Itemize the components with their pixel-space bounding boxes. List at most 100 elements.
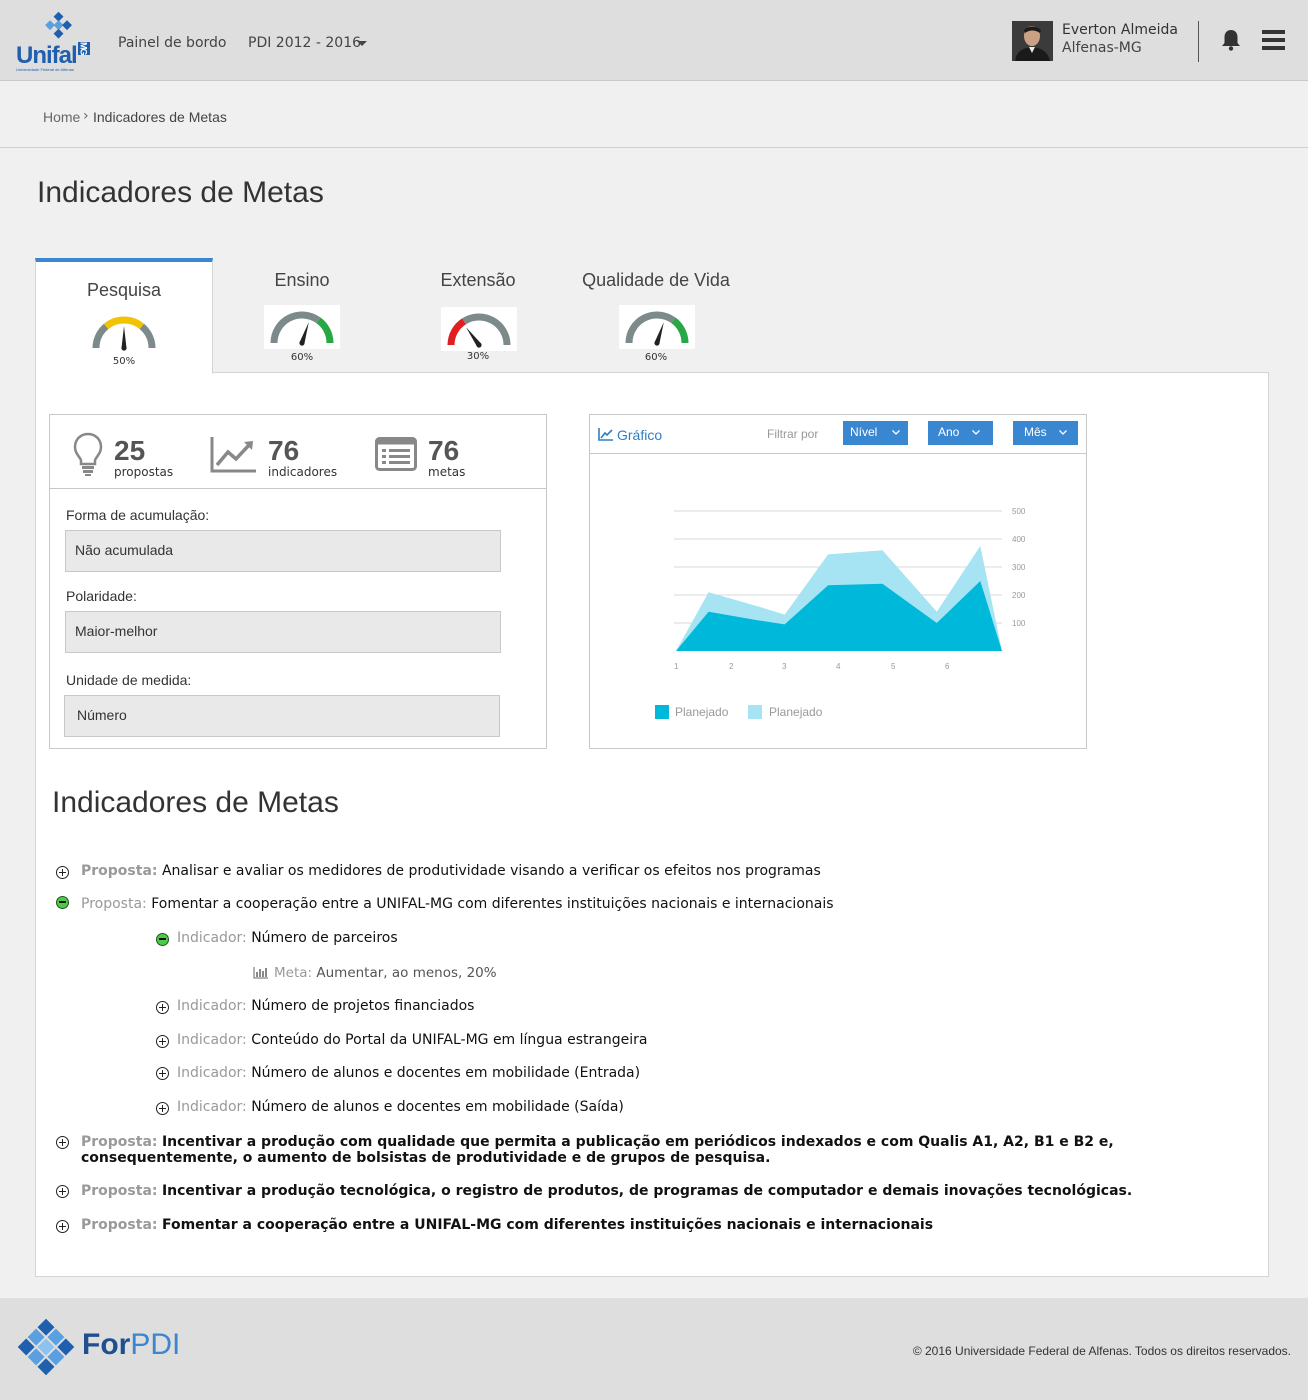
breadcrumb-home-link[interactable]: Home xyxy=(43,109,80,125)
bell-icon[interactable] xyxy=(1219,28,1243,52)
unit-field[interactable]: Número xyxy=(64,695,500,737)
x-tick-label: 3 xyxy=(782,662,787,671)
indicator-key: Indicador: xyxy=(177,1099,247,1115)
proposal-row[interactable]: Proposta: Fomentar a cooperação entre a … xyxy=(81,896,834,912)
proposal-text: Fomentar a cooperação entre a UNIFAL-MG … xyxy=(161,1217,934,1233)
proposal-row[interactable]: Proposta: Incentivar a produção tecnológ… xyxy=(81,1183,1132,1199)
proposal-row[interactable]: Proposta: Fomentar a cooperação entre a … xyxy=(81,1217,933,1233)
goals-count: 76 xyxy=(428,435,460,466)
indicator-key: Indicador: xyxy=(177,930,247,946)
tab-pesquisa[interactable]: Pesquisa 50% xyxy=(35,258,213,374)
hamburger-menu-icon[interactable] xyxy=(1262,30,1285,50)
indicator-key: Indicador: xyxy=(177,1032,247,1048)
user-name[interactable]: Everton Almeida xyxy=(1062,22,1178,38)
expand-icon[interactable] xyxy=(156,1035,169,1048)
tab-label: Qualidade de Vida xyxy=(582,270,730,290)
gauge-icon xyxy=(441,307,517,351)
indicator-row[interactable]: Indicador: Conteúdo do Portal da UNIFAL-… xyxy=(177,1032,647,1048)
legend-swatch xyxy=(748,705,762,719)
y-tick-label: 100 xyxy=(1012,619,1026,628)
logo-badge: MG xyxy=(77,42,90,55)
goal-text: Aumentar, ao menos, 20% xyxy=(316,965,497,981)
legend-label: Planejado xyxy=(675,705,729,719)
stats-row: 25 propostas 76 indicadores 76 metas xyxy=(50,415,546,489)
indicator-text: Número de projetos financiados xyxy=(251,998,475,1014)
indicator-text: Conteúdo do Portal da UNIFAL-MG em língu… xyxy=(251,1032,648,1048)
y-tick-label: 200 xyxy=(1012,591,1026,600)
accumulation-field[interactable]: Não acumulada xyxy=(65,530,501,572)
expand-icon[interactable] xyxy=(56,866,69,879)
chevron-down-icon[interactable] xyxy=(357,41,367,46)
proposal-key: Proposta: xyxy=(81,1134,158,1150)
proposal-key: Proposta: xyxy=(81,863,158,879)
user-city: Alfenas-MG xyxy=(1062,40,1142,56)
chart-title: Gráfico xyxy=(617,427,663,443)
logo-subtitle: Universidade Federal de Alfenas xyxy=(16,67,74,72)
gauge-icon xyxy=(86,310,162,354)
expand-icon[interactable] xyxy=(56,1220,69,1233)
indicator-row[interactable]: Indicador: Número de alunos e docentes e… xyxy=(177,1099,624,1115)
indicator-summary-card: 25 propostas 76 indicadores 76 metas For… xyxy=(49,414,547,749)
proposal-text: Analisar e avaliar os medidores de produ… xyxy=(161,863,821,879)
gauge-percent: 60% xyxy=(290,352,314,363)
page-title: Indicadores de Metas xyxy=(37,176,324,209)
expand-icon[interactable] xyxy=(56,1185,69,1198)
filter-month-dropdown[interactable]: Mês xyxy=(1013,421,1078,445)
nav-plan-dropdown[interactable]: PDI 2012 - 2016 xyxy=(248,35,361,51)
expand-icon[interactable] xyxy=(156,1067,169,1080)
indicator-text: Número de alunos e docentes em mobilidad… xyxy=(251,1065,641,1081)
chevron-down-icon xyxy=(1059,430,1067,435)
top-bar: Unifal MG Universidade Federal de Alfenas… xyxy=(0,0,1308,81)
expand-icon[interactable] xyxy=(156,1102,169,1115)
tab-extensao[interactable]: Extensão 30% xyxy=(389,258,567,373)
proposal-key: Proposta: xyxy=(81,896,147,912)
proposal-text: Incentivar a produção tecnológica, o reg… xyxy=(161,1183,1133,1199)
lightbulb-icon xyxy=(73,432,103,476)
tab-qualidade-de-vida[interactable]: Qualidade de Vida 60% xyxy=(567,258,745,373)
collapse-icon[interactable] xyxy=(156,933,169,946)
collapse-icon[interactable] xyxy=(56,896,69,909)
indicator-row[interactable]: Indicador: Número de parceiros xyxy=(177,930,398,946)
indicator-row[interactable]: Indicador: Número de projetos financiado… xyxy=(177,998,474,1014)
gauge-percent: 50% xyxy=(112,356,136,367)
y-tick-label: 300 xyxy=(1012,563,1026,572)
avatar[interactable] xyxy=(1012,21,1053,61)
forpdi-logo-icon[interactable] xyxy=(15,1316,77,1378)
tab-label: Extensão xyxy=(440,270,516,290)
x-tick-label: 1 xyxy=(674,662,679,671)
proposal-text: Fomentar a cooperação entre a UNIFAL-MG … xyxy=(151,896,834,912)
goals-label: metas xyxy=(428,465,466,479)
chart-toolbar: Gráfico Filtrar por Nível Ano Mês xyxy=(590,415,1086,454)
unit-label: Unidade de medida: xyxy=(66,672,192,688)
legend-label: Planejado xyxy=(769,705,823,719)
proposal-row[interactable]: Proposta: Analisar e avaliar os medidore… xyxy=(81,863,821,879)
goal-row[interactable]: Meta: Aumentar, ao menos, 20% xyxy=(274,965,497,981)
header-divider xyxy=(1198,21,1199,62)
accumulation-label: Forma de acumulação: xyxy=(66,507,210,523)
filter-year-dropdown[interactable]: Ano xyxy=(928,421,993,445)
filter-level-dropdown[interactable]: Nível xyxy=(843,421,908,445)
x-tick-label: 5 xyxy=(891,662,896,671)
indicator-row[interactable]: Indicador: Número de alunos e docentes e… xyxy=(177,1065,640,1081)
area-chart: 100 200 300 400 500 1 2 3 4 5 6 xyxy=(674,507,1026,671)
chart-card: Gráfico Filtrar por Nível Ano Mês 100 200… xyxy=(589,414,1087,749)
filter-year-label: Ano xyxy=(938,425,960,439)
y-tick-label: 500 xyxy=(1012,507,1026,516)
nav-dashboard-link[interactable]: Painel de bordo xyxy=(118,35,226,51)
brand-pdi: PDI xyxy=(130,1328,181,1361)
breadcrumb-separator: › xyxy=(83,108,89,124)
list-icon xyxy=(375,437,417,471)
filter-level-label: Nível xyxy=(850,425,878,439)
expand-icon[interactable] xyxy=(156,1001,169,1014)
chevron-down-icon xyxy=(972,430,980,435)
expand-icon[interactable] xyxy=(56,1136,69,1149)
proposal-row[interactable]: Proposta: Incentivar a produção com qual… xyxy=(81,1134,1141,1166)
breadcrumb-current: Indicadores de Metas xyxy=(93,109,227,125)
polarity-field[interactable]: Maior-melhor xyxy=(65,611,501,653)
bar-chart-icon xyxy=(253,967,268,979)
copyright-text: © 2016 Universidade Federal de Alfenas. … xyxy=(912,1344,1291,1358)
breadcrumb: Home › Indicadores de Metas xyxy=(0,81,1308,148)
gauge-percent: 30% xyxy=(466,351,490,362)
tab-label: Ensino xyxy=(274,270,330,290)
tab-ensino[interactable]: Ensino 60% xyxy=(213,258,391,373)
